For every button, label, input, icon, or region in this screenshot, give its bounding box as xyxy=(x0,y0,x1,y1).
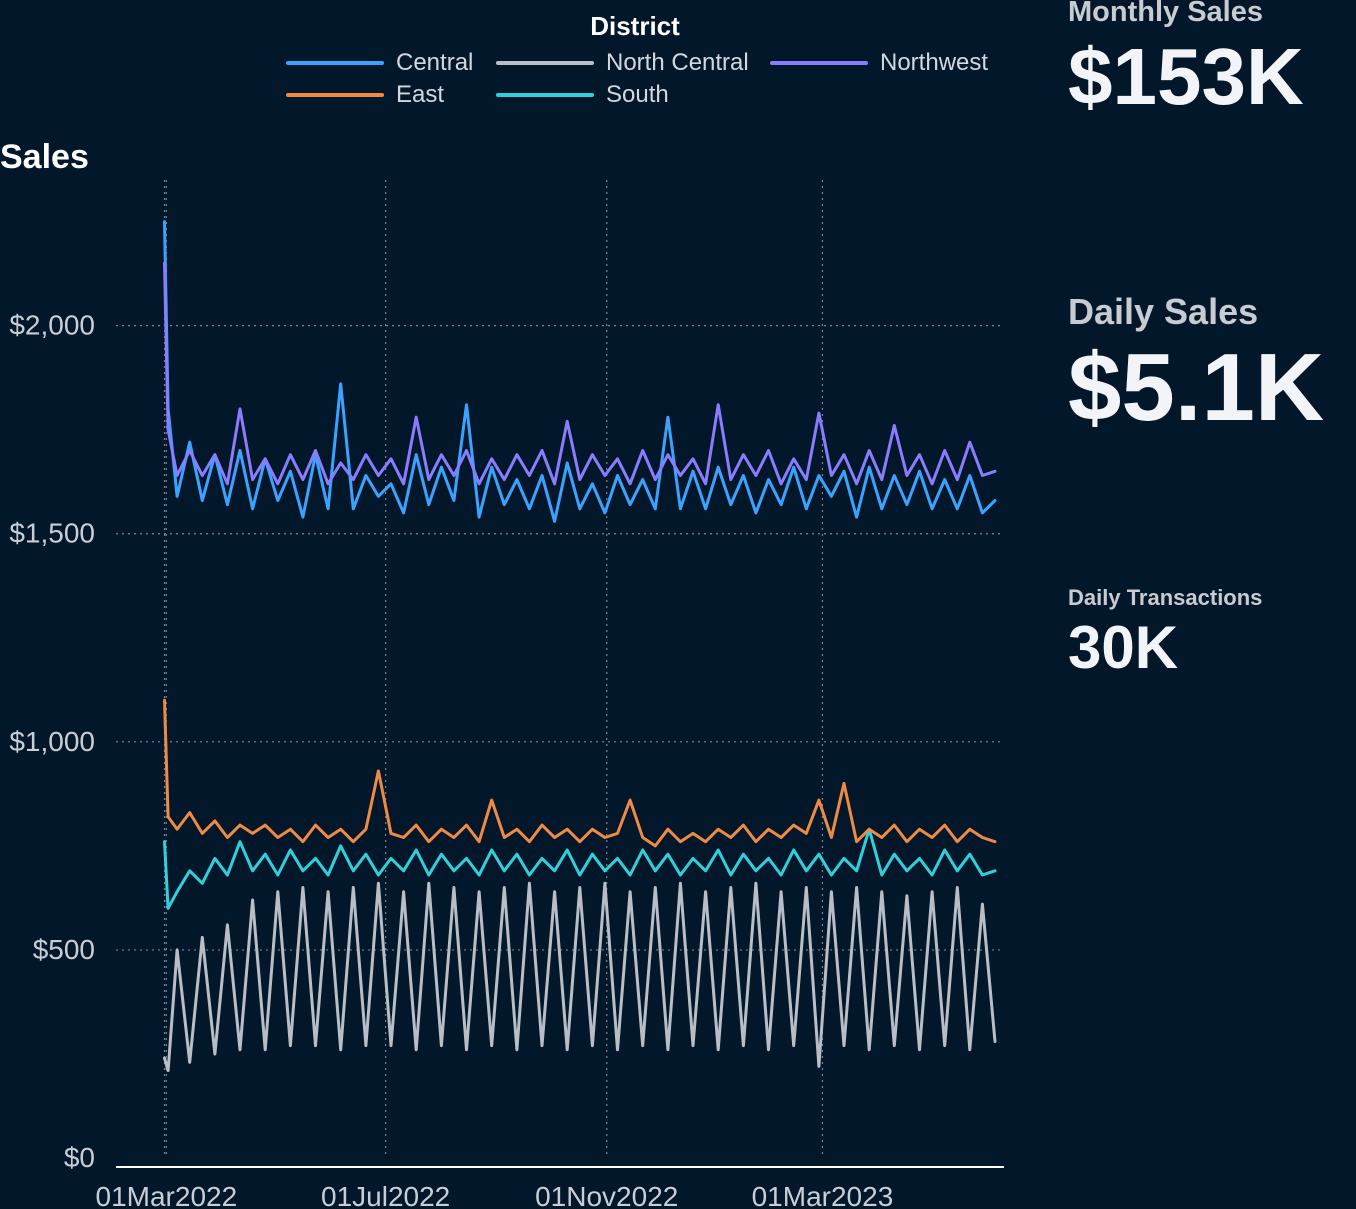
legend-label-northwest: Northwest xyxy=(880,49,989,76)
legend-label-south: South xyxy=(606,81,669,108)
legend-item-south[interactable]: South xyxy=(496,79,669,111)
kpi-daily-transactions-value: 30K xyxy=(1068,614,1179,681)
y-axis-title: Sales xyxy=(0,138,89,176)
kpi-monthly-sales-value: $153K xyxy=(1068,32,1304,121)
legend-swatch-south xyxy=(496,93,594,97)
axes: $0 $500 $1,000 $1,500 $2,000 01Mar2022 01Jul20… xyxy=(9,310,1004,1209)
x-tick-label: 01Mar2023 xyxy=(752,1181,894,1209)
y-tick-label: $1,000 xyxy=(9,726,95,757)
y-tick-label: $1,500 xyxy=(9,518,95,549)
legend-swatch-northwest xyxy=(770,61,868,65)
legend-label-central: Central xyxy=(396,49,474,76)
series-line-east xyxy=(163,698,997,848)
kpi-monthly-sales: Monthly Sales $153K xyxy=(1068,0,1304,123)
series-lines xyxy=(163,220,997,1073)
legend-swatch-east xyxy=(286,93,384,97)
legend-label-east: East xyxy=(396,81,445,108)
legend-item-east[interactable]: East xyxy=(286,79,444,111)
x-tick-label: 01Mar2022 xyxy=(96,1181,238,1209)
dashboard: $0 $500 $1,000 $1,500 $2,000 01Mar2022 01Jul20… xyxy=(0,0,1356,1209)
legend-item-north-central[interactable]: North Central xyxy=(496,47,749,79)
x-tick-label: 01Jul2022 xyxy=(321,1181,450,1209)
kpi-daily-transactions-label: Daily Transactions xyxy=(1068,585,1263,610)
legend-label-north-central: North Central xyxy=(606,49,749,76)
series-line-northwest xyxy=(163,261,997,486)
kpi-daily-sales: Daily Sales $5.1K xyxy=(1068,291,1324,443)
y-tick-label: $2,000 xyxy=(9,310,95,341)
kpi-monthly-sales-label: Monthly Sales xyxy=(1068,0,1263,28)
kpi-daily-sales-value: $5.1K xyxy=(1068,334,1325,441)
y-tick-label: $0 xyxy=(64,1142,95,1173)
kpi-daily-sales-label: Daily Sales xyxy=(1068,291,1259,332)
legend-item-central[interactable]: Central xyxy=(286,47,473,79)
legend-swatch-central xyxy=(286,61,384,65)
legend-item-northwest[interactable]: Northwest xyxy=(770,47,988,79)
y-tick-label: $500 xyxy=(33,934,95,965)
kpi-daily-transactions: Daily Transactions 30K xyxy=(1068,585,1262,683)
x-tick-label: 01Nov2022 xyxy=(535,1181,678,1209)
legend-title: District xyxy=(590,11,680,41)
legend-swatch-north-central xyxy=(496,61,594,65)
series-line-north-central xyxy=(163,881,997,1073)
